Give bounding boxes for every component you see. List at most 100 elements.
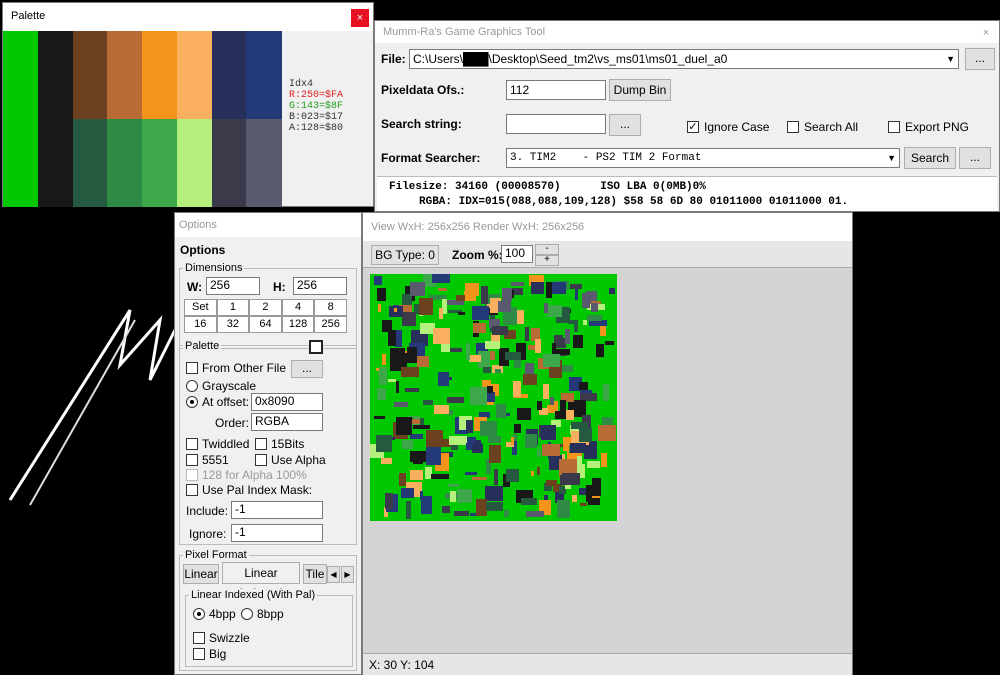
palette-swatch[interactable]	[142, 119, 178, 207]
tab-scroll-left-button[interactable]: ◀	[327, 566, 340, 583]
palette-close-button[interactable]: ×	[351, 9, 369, 27]
search-all-checkbox[interactable]	[787, 121, 799, 133]
grayscale-label: Grayscale	[202, 379, 257, 393]
from-other-file-checkbox[interactable]	[186, 362, 198, 374]
use-pal-mask-checkbox[interactable]	[186, 484, 198, 496]
view-titlebar[interactable]: View WxH: 256x256 Render WxH: 256x256	[363, 213, 852, 241]
size-preset-button[interactable]: 32	[216, 316, 250, 333]
format-searcher-value: 3. TIM2 - PS2 TIM 2 Format	[510, 152, 702, 164]
palette-swatch[interactable]	[211, 119, 247, 207]
main-title: Mumm-Ra's Game Graphics Tool	[383, 26, 546, 38]
bpp8-label: 8bpp	[257, 607, 284, 621]
palette-swatch[interactable]	[142, 31, 178, 119]
palette-group-label: Palette	[183, 340, 222, 352]
ignore-case-checkbox[interactable]: ✓	[687, 121, 699, 133]
at-offset-input[interactable]: 0x8090	[251, 393, 323, 411]
swizzle-checkbox[interactable]	[193, 632, 205, 644]
size-preset-button[interactable]: 128	[281, 316, 315, 333]
height-input[interactable]: 256	[293, 277, 347, 295]
export-png-checkbox[interactable]	[888, 121, 900, 133]
big-checkbox[interactable]	[193, 648, 205, 660]
palette-swatch[interactable]	[176, 31, 212, 119]
palette-swatch[interactable]	[37, 119, 73, 207]
size-preset-button[interactable]: Set	[184, 299, 217, 316]
include-input[interactable]: -1	[231, 501, 323, 519]
bpp4-radio[interactable]	[193, 608, 205, 620]
rgba-line: RGBA: IDX=015(088,088,109,128) $58 58 6D…	[419, 196, 849, 208]
grayscale-radio[interactable]	[186, 380, 198, 392]
c5551-checkbox[interactable]	[186, 454, 198, 466]
options-window: Options Options Dimensions W: 256 H: 256…	[174, 212, 362, 675]
zoom-input[interactable]: 100	[501, 245, 533, 263]
palette-window: Palette × Idx4 R:250=$FA G:143=$8F B:023…	[2, 2, 374, 207]
palette-swatch[interactable]	[246, 31, 282, 119]
tab-scroll-right-button[interactable]: ▶	[341, 566, 354, 583]
bits15-checkbox[interactable]	[255, 438, 267, 450]
cursor-coordinates: X: 30 Y: 104	[369, 658, 435, 672]
search-string-input[interactable]	[506, 114, 606, 134]
tab-linear[interactable]: Linear	[183, 564, 219, 584]
palette-titlebar[interactable]: Palette	[3, 3, 373, 31]
size-preset-button[interactable]: 256	[314, 316, 347, 333]
linear-indexed-group-label: Linear Indexed (With Pal)	[189, 589, 318, 601]
dump-bin-button[interactable]: Dump Bin	[609, 79, 671, 101]
palette-g-value: G:143=$8F	[289, 101, 344, 112]
format-searcher-combo[interactable]: 3. TIM2 - PS2 TIM 2 Format ▼	[506, 148, 900, 168]
zoom-up-button[interactable]: +	[535, 255, 559, 266]
options-title: Options	[179, 219, 217, 231]
size-preset-button[interactable]: 2	[249, 299, 282, 316]
search-string-label: Search string:	[381, 117, 462, 131]
size-preset-button[interactable]: 64	[249, 316, 282, 333]
file-path-combo[interactable]: C:\Users\███\Desktop\Seed_tm2\vs_ms01\ms…	[409, 49, 959, 69]
pixeldata-offset-input[interactable]: 112	[506, 80, 606, 100]
tab-tile[interactable]: Tile	[303, 564, 327, 584]
at-offset-radio[interactable]	[186, 396, 198, 408]
use-pal-mask-label: Use Pal Index Mask:	[202, 483, 313, 497]
main-titlebar[interactable]: Mumm-Ra's Game Graphics Tool	[375, 21, 999, 43]
main-window: Mumm-Ra's Game Graphics Tool × File: C:\…	[374, 20, 1000, 212]
chevron-down-icon: ▼	[946, 54, 955, 64]
palette-swatch[interactable]	[211, 31, 247, 119]
search-string-browse-button[interactable]: ...	[609, 114, 641, 136]
size-preset-button[interactable]: 16	[184, 316, 217, 333]
size-preset-button[interactable]: 1	[216, 299, 250, 316]
palette-swatch[interactable]	[107, 31, 143, 119]
width-input[interactable]: 256	[206, 277, 260, 295]
use-alpha-checkbox[interactable]	[255, 454, 267, 466]
palette-swatch[interactable]	[246, 119, 282, 207]
palette-swatch[interactable]	[3, 119, 39, 207]
size-preset-button[interactable]: 8	[314, 299, 347, 316]
zoom-label: Zoom %:	[452, 248, 503, 262]
palette-swatch[interactable]	[37, 31, 73, 119]
bg-type-button[interactable]: BG Type: 0	[371, 245, 439, 265]
palette-swatch[interactable]	[107, 119, 143, 207]
file-browse-button[interactable]: ...	[965, 48, 995, 70]
palette-swatch[interactable]	[72, 119, 108, 207]
file-label: File:	[381, 52, 406, 66]
options-titlebar[interactable]: Options	[175, 213, 361, 237]
from-other-file-browse-button[interactable]: ...	[291, 360, 323, 378]
include-label: Include:	[186, 504, 229, 518]
palette-swatch[interactable]	[72, 31, 108, 119]
texture-preview[interactable]	[370, 274, 617, 521]
format-browse-button[interactable]: ...	[959, 147, 991, 169]
palette-info: Idx4 R:250=$FA G:143=$8F B:023=$17 A:128…	[289, 79, 343, 134]
bpp8-radio[interactable]	[241, 608, 253, 620]
use-alpha-label: Use Alpha	[271, 453, 326, 467]
ignore-input[interactable]: -1	[231, 524, 323, 542]
save-icon[interactable]	[309, 340, 323, 354]
bits15-label: 15Bits	[271, 437, 305, 451]
palette-swatch[interactable]	[176, 119, 212, 207]
order-label: Order:	[215, 416, 250, 430]
height-label: H:	[273, 280, 286, 294]
tab-linear-indexed[interactable]: Linear Indexed	[222, 562, 300, 600]
size-preset-button[interactable]: 4	[281, 299, 315, 316]
twiddled-checkbox[interactable]	[186, 438, 198, 450]
palette-b-value: B:023=$17	[289, 112, 344, 123]
order-input[interactable]: RGBA	[251, 413, 323, 431]
format-search-button[interactable]: Search	[904, 147, 956, 169]
alpha128-checkbox[interactable]	[186, 469, 198, 481]
palette-title: Palette	[11, 10, 46, 22]
palette-swatch[interactable]	[3, 31, 39, 119]
main-close-button[interactable]: ×	[977, 24, 995, 42]
